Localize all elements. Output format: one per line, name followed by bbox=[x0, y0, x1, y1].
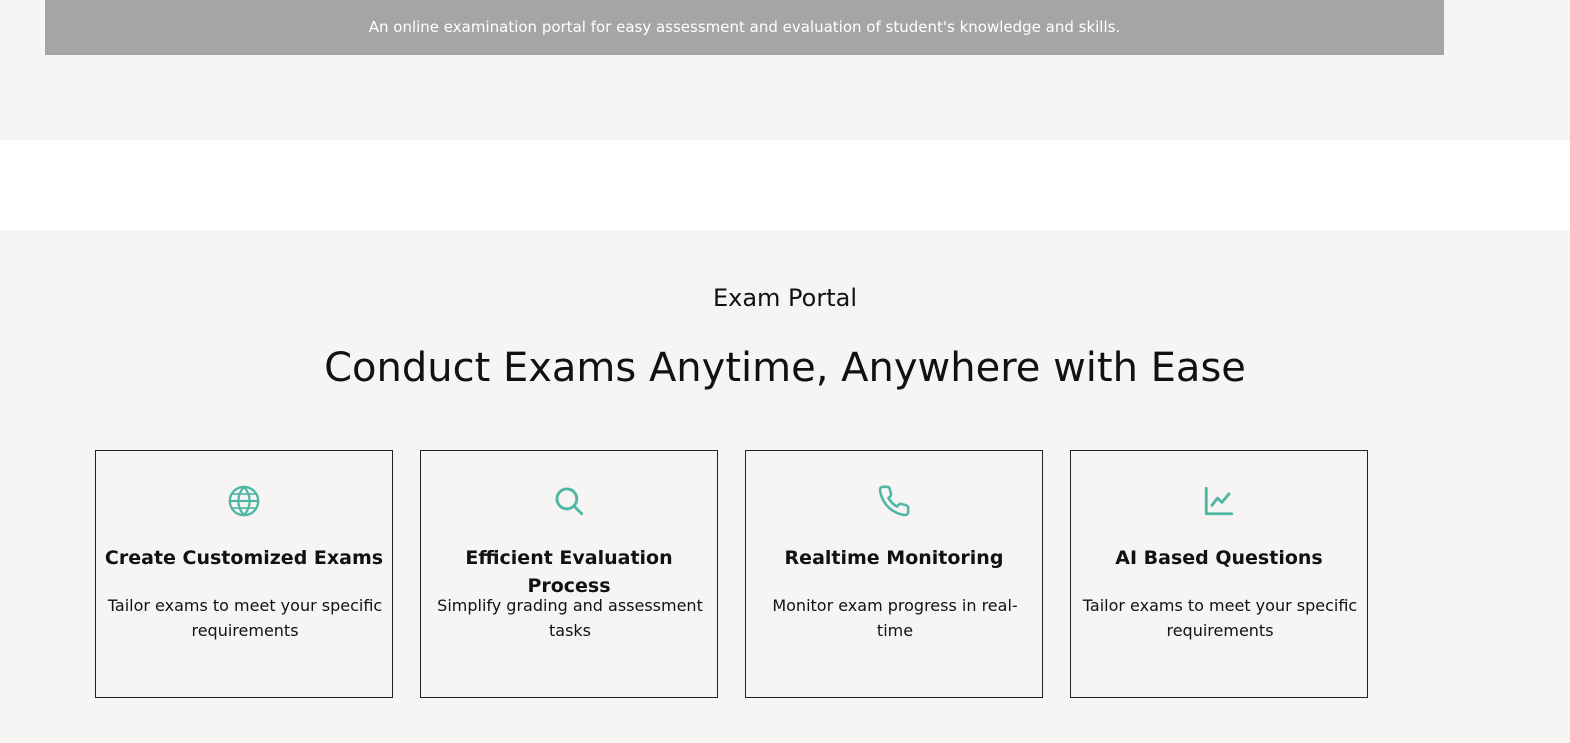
section-eyebrow: Exam Portal bbox=[712, 284, 858, 312]
section-divider bbox=[0, 140, 1570, 230]
feature-card-customized-exams: Create Customized Exams Tailor exams to … bbox=[95, 450, 393, 698]
feature-title: Create Customized Exams bbox=[104, 547, 384, 569]
intro-banner: An online examination portal for easy as… bbox=[45, 0, 1444, 55]
search-icon bbox=[421, 483, 717, 519]
feature-description: Tailor exams to meet your specific requi… bbox=[1082, 596, 1358, 640]
feature-card-ai-questions: AI Based Questions Tailor exams to meet … bbox=[1070, 450, 1368, 698]
features-section: Exam Portal Conduct Exams Anytime, Anywh… bbox=[0, 230, 1570, 743]
phone-icon bbox=[746, 483, 1042, 519]
feature-title: Efficient Evaluation Process bbox=[465, 547, 673, 597]
globe-icon bbox=[96, 483, 392, 519]
feature-title: Realtime Monitoring bbox=[784, 547, 1004, 569]
top-section: An online examination portal for easy as… bbox=[0, 0, 1570, 140]
feature-card-realtime-monitoring: Realtime Monitoring Monitor exam progres… bbox=[745, 450, 1043, 698]
feature-title: AI Based Questions bbox=[1115, 547, 1323, 569]
feature-description: Monitor exam progress in real-time bbox=[772, 596, 1018, 640]
feature-description: Simplify grading and assessment tasks bbox=[437, 596, 703, 640]
feature-card-evaluation-process: Efficient Evaluation Process Simplify gr… bbox=[420, 450, 718, 698]
feature-description: Tailor exams to meet your specific requi… bbox=[107, 596, 383, 640]
line-chart-icon bbox=[1071, 483, 1367, 519]
section-headline: Conduct Exams Anytime, Anywhere with Eas… bbox=[324, 345, 1246, 391]
